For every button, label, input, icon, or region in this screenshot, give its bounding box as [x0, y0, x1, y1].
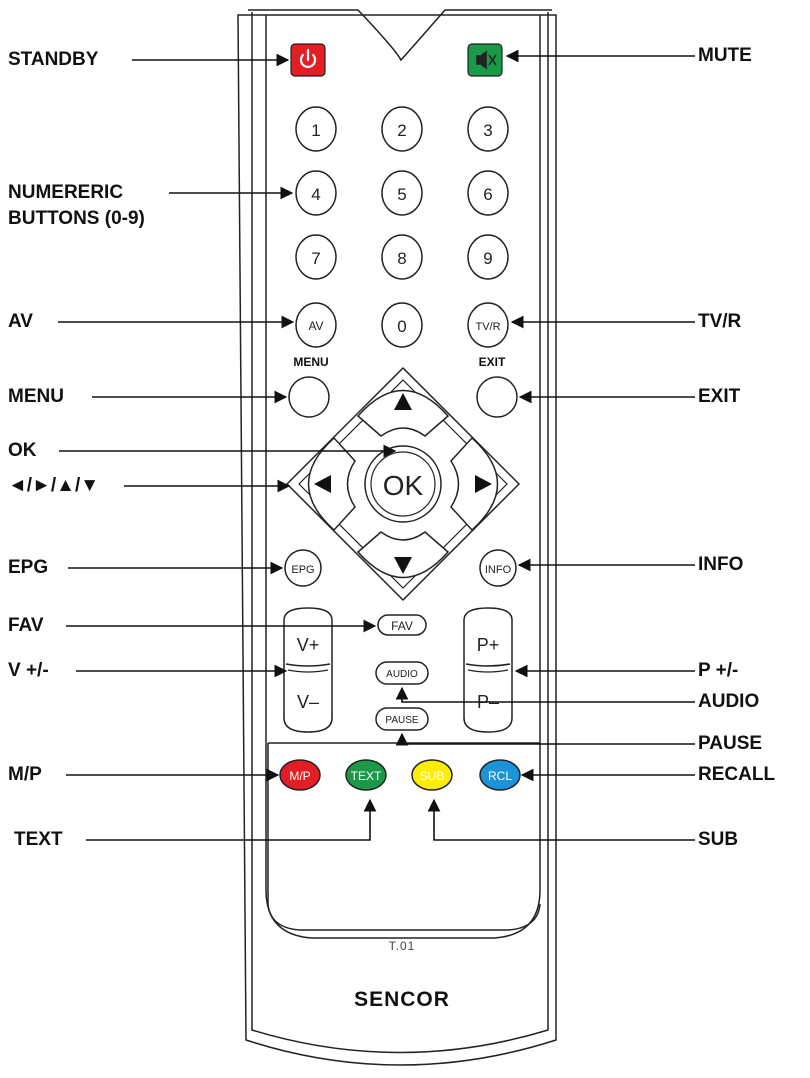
zero-button[interactable]: 0 [381, 302, 423, 348]
menu-caption: MENU [293, 355, 328, 369]
text-button[interactable]: TEXT [345, 759, 387, 791]
label-numeric-line1: NUMERERIC [8, 182, 124, 203]
label-numeric-line2: BUTTONS (0-9) [8, 208, 145, 229]
program-up-button[interactable]: P+ [477, 635, 500, 655]
label-exit: EXIT [698, 386, 741, 407]
digit-button-label: 8 [397, 249, 406, 268]
label-info: INFO [698, 554, 744, 575]
label-menu: MENU [8, 386, 64, 407]
model-number: T.01 [389, 939, 416, 953]
digit-button-9[interactable]: 9 [467, 234, 509, 280]
info-button[interactable]: INFO [479, 549, 517, 587]
digit-button-1[interactable]: 1 [295, 106, 337, 152]
label-av: AV [8, 311, 33, 332]
digit-button-label: 5 [397, 185, 406, 204]
audio-button[interactable]: AUDIO [375, 661, 429, 685]
audio-button-label: AUDIO [386, 669, 418, 680]
label-arrows: ◄/►/▲/▼ [8, 475, 100, 496]
label-sub: SUB [698, 829, 739, 850]
recall-button-label: RCL [488, 769, 512, 783]
digit-button-7[interactable]: 7 [295, 234, 337, 280]
digit-button-label: 6 [483, 185, 492, 204]
leader-sub [427, 798, 695, 841]
digit-button-label: 3 [483, 121, 492, 140]
label-mute: MUTE [698, 45, 752, 66]
epg-button[interactable]: EPG [284, 549, 322, 587]
label-text: TEXT [14, 829, 63, 850]
sub-button[interactable]: SUB [411, 759, 453, 791]
digit-button-label: 9 [483, 249, 492, 268]
info-button-label: INFO [485, 564, 512, 576]
brand-logo: SENCOR [354, 988, 450, 1011]
text-button-label: TEXT [351, 769, 382, 783]
digit-button-label: 7 [311, 249, 320, 268]
label-program: P +/- [698, 660, 739, 681]
sub-button-label: SUB [420, 769, 445, 783]
digit-button-8[interactable]: 8 [381, 234, 423, 280]
label-pause: PAUSE [698, 733, 763, 754]
label-tvr: TV/R [698, 311, 742, 332]
digit-button-label: 2 [397, 121, 406, 140]
color-button-row: M/P TEXT SUB RCL [279, 759, 521, 791]
digit-button-label: 4 [311, 185, 320, 204]
exit-caption: EXIT [479, 355, 506, 369]
label-standby: STANDBY [8, 49, 99, 70]
label-mp: M/P [8, 764, 42, 785]
label-fav: FAV [8, 615, 44, 636]
fav-button-label: FAV [391, 619, 413, 633]
leader-text [86, 798, 377, 841]
digit-button-3[interactable]: 3 [467, 106, 509, 152]
recall-button[interactable]: RCL [479, 759, 521, 791]
standby-button[interactable] [290, 43, 326, 77]
digit-button-4[interactable]: 4 [295, 170, 337, 216]
fav-button[interactable]: FAV [377, 614, 427, 636]
digit-button-2[interactable]: 2 [381, 106, 423, 152]
av-button[interactable]: AV [295, 302, 337, 348]
label-ok: OK [8, 440, 37, 461]
ok-button[interactable]: OK [364, 445, 442, 523]
mute-button[interactable] [467, 43, 503, 77]
remote-diagram: 1 2 3 4 5 6 7 8 9 AV 0 TV/R MENU EXIT OK EPG INF… [0, 0, 810, 1073]
digit-button-5[interactable]: 5 [381, 170, 423, 216]
digit-button-6[interactable]: 6 [467, 170, 509, 216]
volume-up-button[interactable]: V+ [297, 635, 320, 655]
epg-button-label: EPG [291, 564, 314, 576]
program-rocker: P+ P– [463, 607, 513, 733]
tvr-button[interactable]: TV/R [467, 302, 509, 348]
exit-button[interactable] [476, 376, 518, 418]
volume-down-button[interactable]: V– [297, 692, 319, 712]
mp-button[interactable]: M/P [279, 759, 321, 791]
digit-button-label: 1 [311, 121, 320, 140]
menu-button[interactable] [288, 376, 330, 418]
label-audio: AUDIO [698, 691, 760, 712]
pause-button[interactable]: PAUSE [375, 707, 429, 731]
av-button-label: AV [308, 319, 323, 333]
label-epg: EPG [8, 557, 49, 578]
numeric-keypad: 1 2 3 4 5 6 7 8 9 [295, 106, 509, 280]
pause-button-label: PAUSE [385, 715, 418, 726]
label-recall: RECALL [698, 764, 776, 785]
mp-button-label: M/P [289, 769, 310, 783]
ok-button-label: OK [383, 470, 424, 501]
tvr-button-label: TV/R [475, 321, 500, 333]
label-volume: V +/- [8, 660, 49, 681]
zero-button-label: 0 [397, 317, 406, 336]
